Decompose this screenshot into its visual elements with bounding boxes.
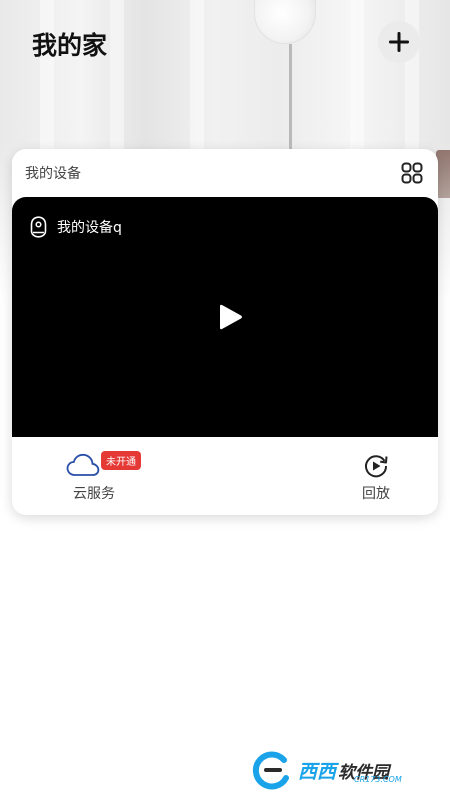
site-watermark: 西西 软件园 CR173.COM [250,747,434,793]
grid-layout-icon [401,162,423,184]
add-button[interactable] [378,21,420,63]
side-furniture [436,150,450,198]
play-button[interactable] [214,300,248,334]
page-title: 我的家 [32,31,108,60]
watermark-brand: 西西 [298,760,337,783]
cloud-status-badge: 未开通 [101,451,141,470]
device-card-title: 我的设备 [25,166,81,182]
cloud-icon [66,453,100,476]
cloud-service-label: 云服务 [73,486,115,502]
play-icon [220,304,242,330]
watermark-domain: CR173.COM [354,775,402,784]
camera-icon [30,216,47,238]
plus-icon [389,32,409,52]
device-card-footer: 云服务 未开通 回放 [12,437,438,515]
grid-layout-button[interactable] [399,160,425,186]
lamp-pole [289,44,292,154]
device-card-header: 我的设备 [12,149,438,197]
playback-icon [365,455,388,478]
playback-button[interactable]: 回放 [350,449,402,509]
lamp-shade [254,0,316,44]
playback-label: 回放 [362,486,390,502]
watermark-logo-icon [252,751,289,790]
device-card: 我的设备 我的设备q 云服务 未开通 回放 [12,149,438,515]
video-device-label: 我的设备q [30,216,122,238]
video-device-name: 我的设备q [57,220,122,236]
video-player[interactable]: 我的设备q [12,197,438,437]
